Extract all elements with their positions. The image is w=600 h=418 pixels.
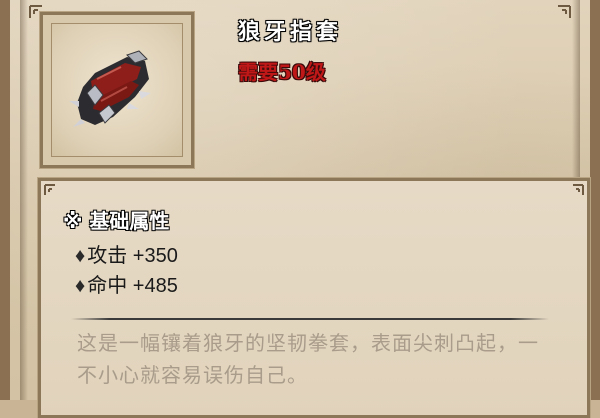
item-icon-frame[interactable]	[39, 11, 195, 169]
item-description: 这是一幅镶着狼牙的坚韧拳套，表面尖刺凸起，一不小心就容易误伤自己。	[77, 331, 539, 387]
attribute-attack-value: 攻击 +350	[87, 245, 178, 267]
attribute-accuracy-value: 命中 +485	[87, 275, 178, 297]
base-attributes-header: ※ 基础属性	[63, 209, 170, 233]
section-divider	[71, 318, 549, 320]
left-edge-shadow	[20, 0, 28, 400]
attribute-row-attack: ♦ 攻击 +350	[75, 239, 178, 268]
attribute-box: ※ 基础属性 ♦ 攻击 +350 ♦ 命中 +485 这是一幅镶着狼牙的坚韧拳套，表…	[37, 177, 591, 418]
corner-ornament-top-right	[554, 4, 572, 22]
diamond-bullet-icon: ♦	[75, 245, 86, 267]
diamond-bullet-icon: ♦	[75, 275, 86, 297]
attribute-box-corner-left	[43, 183, 61, 201]
attribute-row-accuracy: ♦ 命中 +485	[75, 269, 178, 298]
item-tooltip-panel: 狼牙指套 需要50级 ※ 基础属性 ♦ 攻击 +350 ♦ 命中 +485 这是一幅…	[0, 0, 600, 418]
attribute-box-corner-right	[567, 183, 585, 201]
item-name: 狼牙指套	[238, 19, 343, 45]
level-requirement: 需要50级	[238, 60, 326, 84]
spiked-gauntlet-icon	[69, 50, 151, 127]
